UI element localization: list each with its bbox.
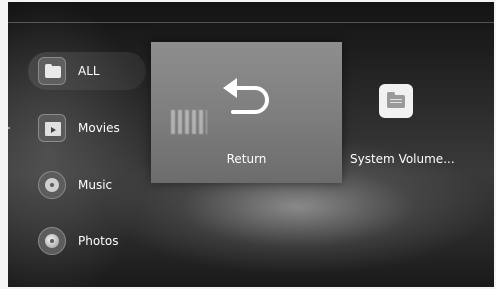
movie-icon [38,114,66,142]
return-label: Return [226,152,267,166]
sidebar-item-movies[interactable]: Movies [28,109,146,147]
music-disc-icon [38,171,66,199]
edge-marker [8,127,10,129]
return-tile[interactable]: Return [151,42,342,183]
sidebar-item-label: Photos [78,234,119,248]
sidebar-item-photos[interactable]: Photos [28,222,146,260]
photo-icon [38,227,66,255]
folder-icon [379,84,413,118]
sidebar-item-all[interactable]: ALL [28,52,146,90]
return-arrow-icon [223,78,269,114]
sidebar-item-label: Movies [78,121,120,135]
sidebar-item-music[interactable]: Music [28,166,146,204]
media-browser-screen: ALL Movies Music Photos Return System Vo… [8,2,494,287]
system-volume-label: System Volume... [350,152,455,166]
system-volume-tile[interactable]: System Volume... [346,54,494,172]
sidebar-item-label: Music [78,178,113,192]
folder-icon [38,57,66,85]
screen-glare [171,110,207,134]
top-divider [8,22,494,23]
sidebar-item-label: ALL [78,64,100,78]
